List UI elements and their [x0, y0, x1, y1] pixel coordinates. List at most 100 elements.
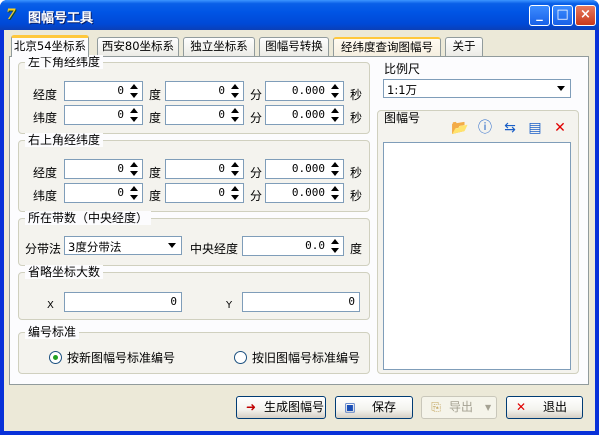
radio-new-standard[interactable] — [49, 351, 62, 364]
deg-unit: 度 — [149, 111, 162, 125]
generate-label: 生成图幅号 — [264, 400, 325, 414]
tab-about[interactable]: 关于 — [445, 37, 483, 56]
radio-old-standard[interactable] — [234, 351, 247, 364]
deg-unit: 度 — [149, 166, 162, 180]
sec-unit: 秒 — [350, 166, 363, 180]
tab-beijing54[interactable]: 北京54坐标系 — [11, 35, 89, 57]
upper-right-lat-min-stepper[interactable]: 0 — [165, 183, 244, 203]
lower-left-lon-sec-stepper[interactable]: 0.000 — [265, 81, 344, 101]
lower-left-lat-min-stepper[interactable]: 0 — [165, 105, 244, 125]
spin-arrows-icon[interactable] — [230, 185, 240, 201]
radio-new-label[interactable]: 按新图幅号标准编号 — [67, 351, 175, 365]
central-meridian-label: 中央经度 — [190, 242, 239, 256]
zone-method-value: 3度分带法 — [68, 240, 122, 254]
export-button[interactable]: ⎘ 导出 ▼ — [421, 396, 497, 419]
spin-arrows-icon[interactable] — [330, 238, 340, 254]
lower-left-lon-min-stepper[interactable]: 0 — [165, 81, 244, 101]
window-title: 图幅号工具 — [28, 11, 94, 26]
minimize-button[interactable]: _ — [529, 5, 550, 26]
sheet-number-list[interactable] — [383, 142, 571, 370]
x-label: X — [47, 300, 54, 311]
lower-left-lat-sec-stepper[interactable]: 0.000 — [265, 105, 344, 125]
min-unit: 分 — [250, 111, 263, 125]
value: 0 — [117, 186, 124, 199]
chevron-down-icon[interactable] — [168, 243, 176, 248]
close-button[interactable]: × — [575, 5, 596, 26]
omit-title: 省略坐标大数 — [25, 265, 104, 279]
scale-select[interactable]: 1:1万 — [383, 79, 571, 98]
central-meridian-stepper[interactable]: 0.0 — [242, 236, 344, 256]
y-label: Y — [226, 300, 233, 311]
lower-left-lon-deg-stepper[interactable]: 0 — [64, 81, 143, 101]
min-unit: 分 — [250, 88, 263, 102]
upper-right-lon-deg-stepper[interactable]: 0 — [64, 159, 143, 179]
value: 0 — [117, 162, 124, 175]
spin-arrows-icon[interactable] — [230, 83, 240, 99]
lower-left-lat-deg-stepper[interactable]: 0 — [64, 105, 143, 125]
min-unit: 分 — [250, 166, 263, 180]
value: 0 — [218, 108, 225, 121]
zone-method-select[interactable]: 3度分带法 — [64, 236, 182, 255]
sec-unit: 秒 — [350, 88, 363, 102]
tab-latlon-query[interactable]: 经纬度查询图幅号 — [333, 37, 441, 56]
spin-arrows-icon[interactable] — [330, 107, 340, 123]
generate-button[interactable]: ➜ 生成图幅号 — [236, 396, 326, 419]
value: 0 — [218, 186, 225, 199]
lower-left-lat-label: 纬度 — [33, 111, 58, 125]
title-bar[interactable]: 7 图幅号工具 _ □ × — [0, 0, 599, 30]
import-icon[interactable]: ⇆ — [501, 119, 519, 137]
exit-label: 退出 — [543, 400, 568, 414]
spin-arrows-icon[interactable] — [129, 185, 139, 201]
generate-icon: ➜ — [245, 400, 257, 414]
spin-arrows-icon[interactable] — [330, 161, 340, 177]
radio-old-label[interactable]: 按旧图幅号标准编号 — [252, 351, 360, 365]
spin-arrows-icon[interactable] — [129, 83, 139, 99]
upper-right-lat-sec-stepper[interactable]: 0.000 — [265, 183, 344, 203]
spin-arrows-icon[interactable] — [330, 185, 340, 201]
upper-right-lat-deg-stepper[interactable]: 0 — [64, 183, 143, 203]
spin-arrows-icon[interactable] — [330, 83, 340, 99]
tab-xian80[interactable]: 西安80坐标系 — [97, 37, 179, 56]
zone-method-label: 分带法 — [25, 242, 62, 256]
x-value: 0 — [170, 295, 177, 308]
app-logo-icon: 7 — [6, 7, 16, 23]
sec-unit: 秒 — [350, 189, 363, 203]
sheet-title: 图幅号 — [384, 111, 421, 125]
spin-arrows-icon[interactable] — [129, 107, 139, 123]
value: 0 — [218, 84, 225, 97]
save-button[interactable]: ▣ 保存 — [335, 396, 413, 419]
exit-icon: ✕ — [515, 400, 527, 414]
spin-arrows-icon[interactable] — [230, 107, 240, 123]
spin-arrows-icon[interactable] — [129, 161, 139, 177]
upper-right-title: 右上角经纬度 — [25, 133, 104, 147]
value: 0 — [218, 162, 225, 175]
value: 0.000 — [291, 186, 325, 199]
x-input[interactable]: 0 — [64, 292, 182, 312]
y-input[interactable]: 0 — [242, 292, 360, 312]
value: 0.000 — [291, 162, 325, 175]
tab-sheet-convert[interactable]: 图幅号转换 — [259, 37, 329, 56]
floppy-icon: ▣ — [344, 400, 356, 414]
y-value: 0 — [348, 295, 355, 308]
upper-right-lon-min-stepper[interactable]: 0 — [165, 159, 244, 179]
maximize-button[interactable]: □ — [552, 5, 573, 26]
export-icon: ⎘ — [431, 400, 441, 414]
scale-value: 1:1万 — [387, 83, 418, 97]
delete-icon[interactable]: ✕ — [551, 119, 569, 137]
upper-right-lon-label: 经度 — [33, 166, 58, 180]
lower-left-lon-label: 经度 — [33, 88, 58, 102]
spin-arrows-icon[interactable] — [230, 161, 240, 177]
export-label: 导出 — [449, 400, 474, 414]
save-icon[interactable]: ▤ — [526, 119, 544, 137]
scale-title: 比例尺 — [384, 62, 421, 76]
chevron-down-icon[interactable] — [557, 86, 565, 91]
deg-unit: 度 — [149, 189, 162, 203]
value: 0 — [117, 108, 124, 121]
exit-button[interactable]: ✕ 退出 — [506, 396, 583, 419]
upper-right-lon-sec-stepper[interactable]: 0.000 — [265, 159, 344, 179]
value: 0.000 — [291, 108, 325, 121]
open-folder-icon[interactable]: 📂 — [451, 119, 469, 137]
info-icon[interactable]: ⓘ — [476, 119, 494, 137]
meridian-unit: 度 — [350, 242, 363, 256]
tab-independent[interactable]: 独立坐标系 — [183, 37, 255, 56]
